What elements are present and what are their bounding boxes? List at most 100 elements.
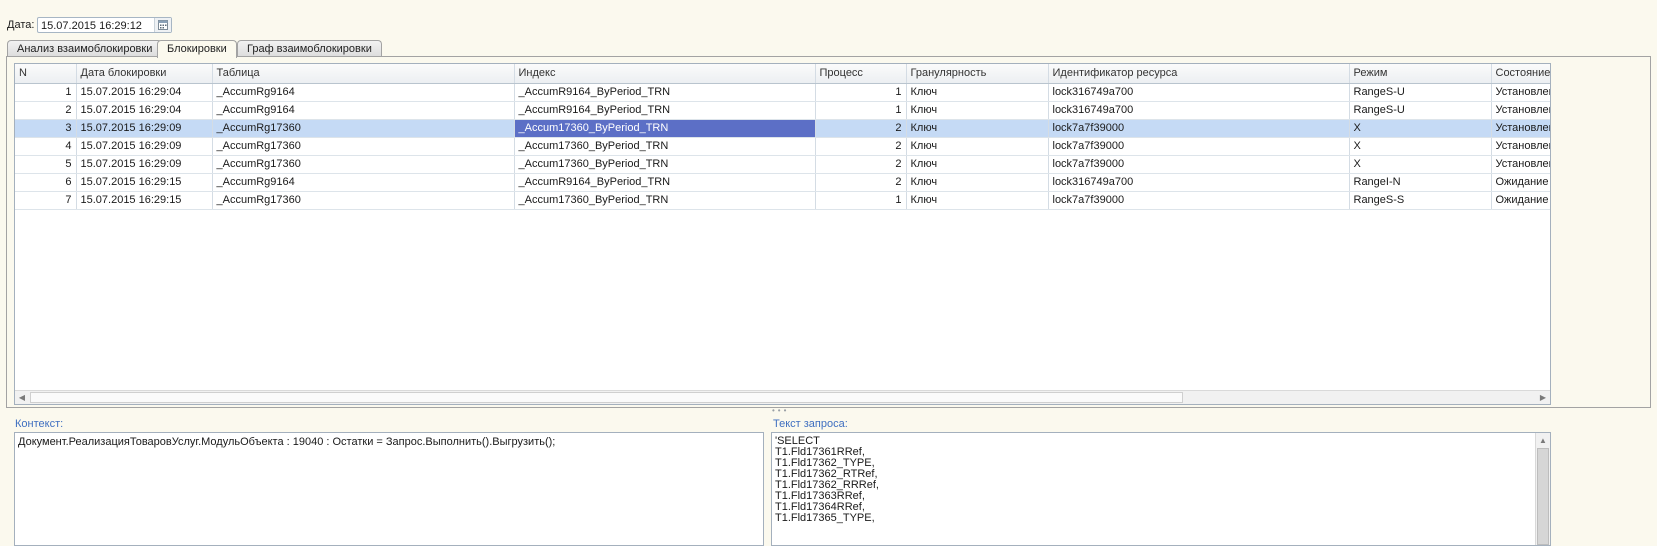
locks-grid[interactable]: N Дата блокировки Таблица Индекс Процесс Гран…: [15, 64, 1550, 210]
table-cell[interactable]: _AccumRg17360: [212, 191, 515, 210]
table-cell[interactable]: lock316749a700: [1048, 83, 1350, 102]
table-cell[interactable]: _AccumRg17360: [212, 137, 515, 156]
table-cell[interactable]: 1: [815, 101, 907, 120]
arrow-left-icon[interactable]: ◀: [15, 391, 29, 404]
table-cell[interactable]: _AccumRg9164: [212, 101, 515, 120]
table-row[interactable]: 5 15.07.2015 16:29:09 _AccumRg17360 _Accum1…: [15, 155, 1550, 174]
column-header-lock-date[interactable]: Дата блокировки: [76, 64, 213, 84]
column-header-table[interactable]: Таблица: [212, 64, 515, 84]
table-cell[interactable]: Ключ: [906, 119, 1049, 138]
table-cell[interactable]: 2: [815, 119, 907, 138]
table-cell[interactable]: 6: [15, 173, 77, 192]
vertical-scrollbar[interactable]: ▲: [1535, 433, 1550, 545]
table-cell[interactable]: Ключ: [906, 173, 1049, 192]
table-cell[interactable]: X: [1349, 137, 1492, 156]
table-header: N Дата блокировки Таблица Индекс Процесс Гран…: [15, 64, 1550, 84]
table-cell[interactable]: 7: [15, 191, 77, 210]
table-cell[interactable]: 2: [815, 173, 907, 192]
table-cell[interactable]: _AccumRg9164: [212, 173, 515, 192]
table-cell[interactable]: _AccumRg17360: [212, 155, 515, 174]
table-cell[interactable]: Ключ: [906, 191, 1049, 210]
date-input[interactable]: [38, 18, 160, 34]
table-cell[interactable]: _AccumR9164_ByPeriod_TRN: [514, 83, 816, 102]
table-cell[interactable]: 15.07.2015 16:29:09: [76, 119, 213, 138]
column-header-state[interactable]: Состояние: [1491, 64, 1550, 84]
scrollbar-thumb[interactable]: [1537, 448, 1549, 545]
calendar-icon[interactable]: [154, 18, 171, 32]
table-cell[interactable]: Установлена: [1491, 137, 1550, 156]
arrow-up-icon[interactable]: ▲: [1536, 434, 1550, 447]
table-cell[interactable]: Установлена: [1491, 83, 1550, 102]
column-header-process[interactable]: Процесс: [815, 64, 907, 84]
table-cell[interactable]: 15.07.2015 16:29:09: [76, 155, 213, 174]
table-cell[interactable]: RangeS-U: [1349, 83, 1492, 102]
table-cell[interactable]: 15.07.2015 16:29:04: [76, 83, 213, 102]
table-cell[interactable]: Ключ: [906, 101, 1049, 120]
table-cell[interactable]: 3: [15, 119, 77, 138]
table-row[interactable]: 6 15.07.2015 16:29:15 _AccumRg9164 _AccumR9…: [15, 173, 1550, 192]
table-cell[interactable]: 4: [15, 137, 77, 156]
table-cell[interactable]: Ожидание: [1491, 191, 1550, 210]
table-cell[interactable]: 1: [15, 83, 77, 102]
table-cell[interactable]: _AccumRg9164: [212, 83, 515, 102]
splitter-handle[interactable]: •••: [772, 406, 789, 415]
table-cell[interactable]: 5: [15, 155, 77, 174]
tab-locks[interactable]: Блокировки: [157, 40, 237, 58]
table-cell[interactable]: Ключ: [906, 155, 1049, 174]
date-field[interactable]: [37, 17, 172, 34]
context-field[interactable]: Документ.РеализацияТоваровУслуг.МодульОб…: [14, 432, 764, 546]
table-cell[interactable]: _Accum17360_ByPeriod_TRN: [514, 155, 816, 174]
table-cell[interactable]: 15.07.2015 16:29:15: [76, 191, 213, 210]
table-row[interactable]: 4 15.07.2015 16:29:09 _AccumRg17360 _Accum1…: [15, 137, 1550, 156]
tab-deadlock-analysis[interactable]: Анализ взаимоблокировки: [7, 40, 163, 57]
column-header-n[interactable]: N: [15, 64, 77, 84]
table-cell[interactable]: _AccumR9164_ByPeriod_TRN: [514, 101, 816, 120]
column-header-granularity[interactable]: Гранулярность: [906, 64, 1049, 84]
table-cell[interactable]: _Accum17360_ByPeriod_TRN: [514, 191, 816, 210]
table-row[interactable]: 2 15.07.2015 16:29:04 _AccumRg9164 _AccumR9…: [15, 101, 1550, 120]
table-cell[interactable]: _Accum17360_ByPeriod_TRN: [514, 137, 816, 156]
table-cell[interactable]: 1: [815, 191, 907, 210]
table-cell[interactable]: 1: [815, 83, 907, 102]
table-cell[interactable]: 2: [815, 155, 907, 174]
column-header-mode[interactable]: Режим: [1349, 64, 1492, 84]
column-header-index[interactable]: Индекс: [514, 64, 816, 84]
table-cell[interactable]: Ожидание: [1491, 173, 1550, 192]
table-cell[interactable]: Установлена: [1491, 155, 1550, 174]
table-cell[interactable]: Ключ: [906, 83, 1049, 102]
table-cell[interactable]: X: [1349, 155, 1492, 174]
table-cell[interactable]: 15.07.2015 16:29:04: [76, 101, 213, 120]
table-cell[interactable]: 2: [15, 101, 77, 120]
table-cell[interactable]: lock7a7f39000: [1048, 137, 1350, 156]
table-cell[interactable]: Ключ: [906, 137, 1049, 156]
table-cell[interactable]: Установлена: [1491, 101, 1550, 120]
table-cell[interactable]: RangeS-U: [1349, 101, 1492, 120]
table-cell[interactable]: _AccumR9164_ByPeriod_TRN: [514, 173, 816, 192]
table-cell[interactable]: 15.07.2015 16:29:09: [76, 137, 213, 156]
scrollbar-thumb[interactable]: [30, 392, 1183, 403]
table-cell[interactable]: RangeI-N: [1349, 173, 1492, 192]
table-cell[interactable]: lock316749a700: [1048, 101, 1350, 120]
date-label: Дата:: [7, 19, 35, 31]
table-cell[interactable]: lock7a7f39000: [1048, 119, 1350, 138]
table-cell[interactable]: 2: [815, 137, 907, 156]
table-cell[interactable]: _Accum17360_ByPeriod_TRN: [514, 119, 816, 138]
query-text-field[interactable]: 'SELECT T1.Fld17361RRef, T1.Fld17362_TYPE,…: [771, 432, 1551, 546]
table-cell[interactable]: lock7a7f39000: [1048, 155, 1350, 174]
table-row[interactable]: 1 15.07.2015 16:29:04 _AccumRg9164 _AccumR9…: [15, 83, 1550, 102]
table-cell[interactable]: X: [1349, 119, 1492, 138]
table-row[interactable]: 3 15.07.2015 16:29:09 _AccumRg17360 _Accum1…: [15, 119, 1550, 138]
table-cell[interactable]: _AccumRg17360: [212, 119, 515, 138]
table-cell[interactable]: lock7a7f39000: [1048, 191, 1350, 210]
horizontal-scrollbar[interactable]: ◀ ▶: [15, 390, 1550, 404]
locks-table[interactable]: N Дата блокировки Таблица Индекс Процесс Гран…: [14, 63, 1551, 405]
column-header-resource-id[interactable]: Идентификатор ресурса: [1048, 64, 1350, 84]
table-cell[interactable]: 15.07.2015 16:29:15: [76, 173, 213, 192]
tab-deadlock-graph[interactable]: Граф взаимоблокировки: [237, 40, 382, 57]
context-label: Контекст:: [15, 418, 64, 430]
table-cell[interactable]: RangeS-S: [1349, 191, 1492, 210]
arrow-right-icon[interactable]: ▶: [1536, 391, 1550, 404]
table-cell[interactable]: Установлена: [1491, 119, 1550, 138]
table-cell[interactable]: lock316749a700: [1048, 173, 1350, 192]
table-row[interactable]: 7 15.07.2015 16:29:15 _AccumRg17360 _Accum1…: [15, 191, 1550, 210]
